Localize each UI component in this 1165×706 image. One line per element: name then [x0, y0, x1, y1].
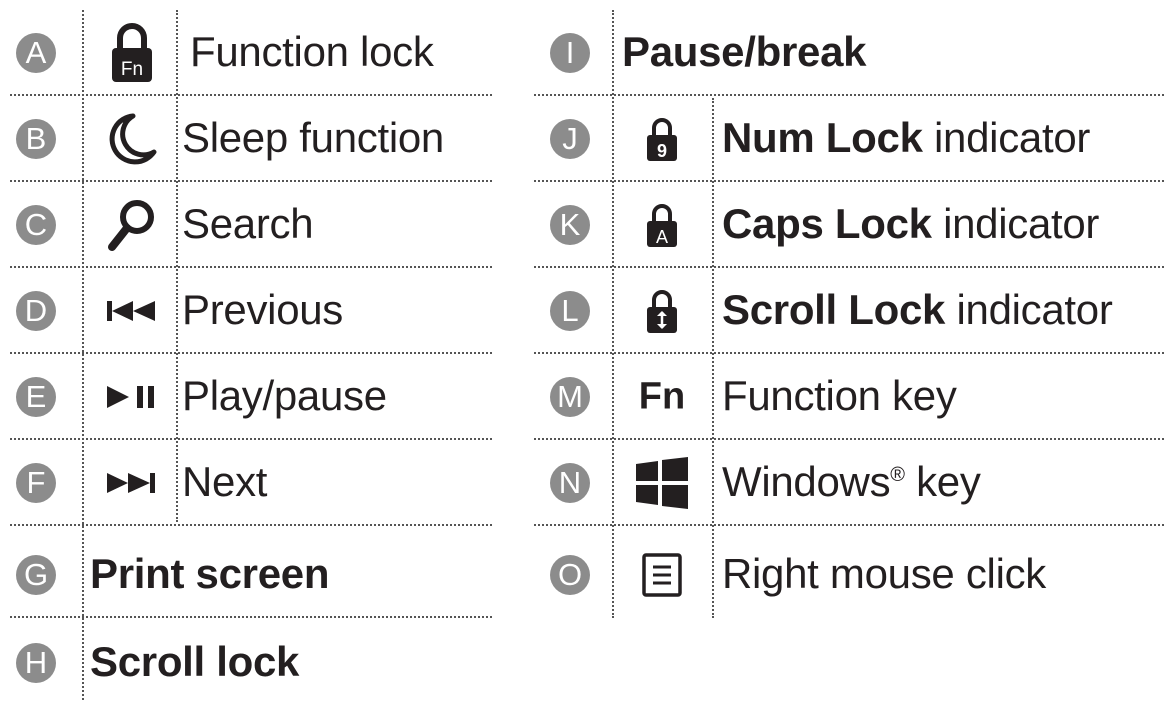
legend-row-l: L Scroll Lock indicator — [534, 268, 1164, 354]
badge-a: A — [16, 33, 56, 73]
legend-row-o: O Right mouse click — [534, 532, 1164, 618]
label-a: Function lock — [190, 28, 434, 76]
badge-k: K — [550, 205, 590, 245]
legend-row-b: B Sleep function — [10, 96, 492, 182]
svg-text:A: A — [656, 227, 668, 247]
label-k: Caps Lock indicator — [722, 200, 1100, 248]
label-d: Previous — [182, 286, 344, 334]
legend-row-n: N Windows® key — [534, 440, 1164, 526]
fn-lock-icon: Fn — [98, 22, 166, 84]
badge-g: G — [16, 555, 56, 595]
label-e: Play/pause — [182, 372, 387, 420]
windows-logo-icon — [628, 457, 696, 509]
legend-row-e: E Play/pause — [10, 354, 492, 440]
badge-n: N — [550, 463, 590, 503]
badge-e: E — [16, 377, 56, 417]
label-c: Search — [182, 200, 314, 248]
legend-row-h: H Scroll lock — [10, 620, 492, 706]
badge-d: D — [16, 291, 56, 331]
next-track-icon — [98, 473, 166, 493]
label-g: Print screen — [90, 550, 330, 598]
num-lock-icon: 9 — [628, 116, 696, 162]
badge-o: O — [550, 555, 590, 595]
caps-lock-icon: A — [628, 202, 696, 248]
play-pause-icon — [98, 386, 166, 408]
previous-track-icon — [98, 301, 166, 321]
badge-l: L — [550, 291, 590, 331]
fn-lock-glyph: Fn — [121, 59, 143, 80]
label-l: Scroll Lock indicator — [722, 286, 1113, 334]
legend-row-m: M Fn Function key — [534, 354, 1164, 440]
label-f: Next — [182, 458, 268, 506]
svg-text:9: 9 — [657, 141, 667, 161]
context-menu-icon — [630, 553, 694, 597]
label-o: Right mouse click — [722, 550, 1047, 598]
legend-row-j: J 9 Num Lock indicator — [534, 96, 1164, 182]
legend-row-g: G Print screen — [10, 532, 492, 618]
fn-key-icon: Fn — [638, 375, 686, 418]
badge-j: J — [550, 119, 590, 159]
search-icon — [98, 198, 166, 252]
badge-c: C — [16, 205, 56, 245]
badge-h: H — [16, 643, 56, 683]
label-m: Function key — [722, 372, 957, 420]
legend-row-k: K A Caps Lock indicator — [534, 182, 1164, 268]
label-i: Pause/break — [622, 28, 867, 76]
legend-row-i: I Pause/break — [534, 10, 1164, 96]
legend-row-c: C Search — [10, 182, 492, 268]
scroll-lock-icon — [628, 288, 696, 334]
badge-f: F — [16, 463, 56, 503]
label-j: Num Lock indicator — [722, 114, 1091, 162]
badge-b: B — [16, 119, 56, 159]
legend-row-d: D Previous — [10, 268, 492, 354]
label-h: Scroll lock — [90, 638, 300, 686]
legend-row-f: F Next — [10, 440, 492, 526]
keyboard-legend: A Fn Function lock B Sleep function C Se… — [0, 0, 1165, 704]
legend-row-a: A Fn Function lock — [10, 10, 492, 96]
badge-i: I — [550, 33, 590, 73]
label-n: Windows® key — [722, 458, 981, 506]
badge-m: M — [550, 377, 590, 417]
label-b: Sleep function — [182, 114, 444, 162]
moon-icon — [98, 112, 166, 166]
